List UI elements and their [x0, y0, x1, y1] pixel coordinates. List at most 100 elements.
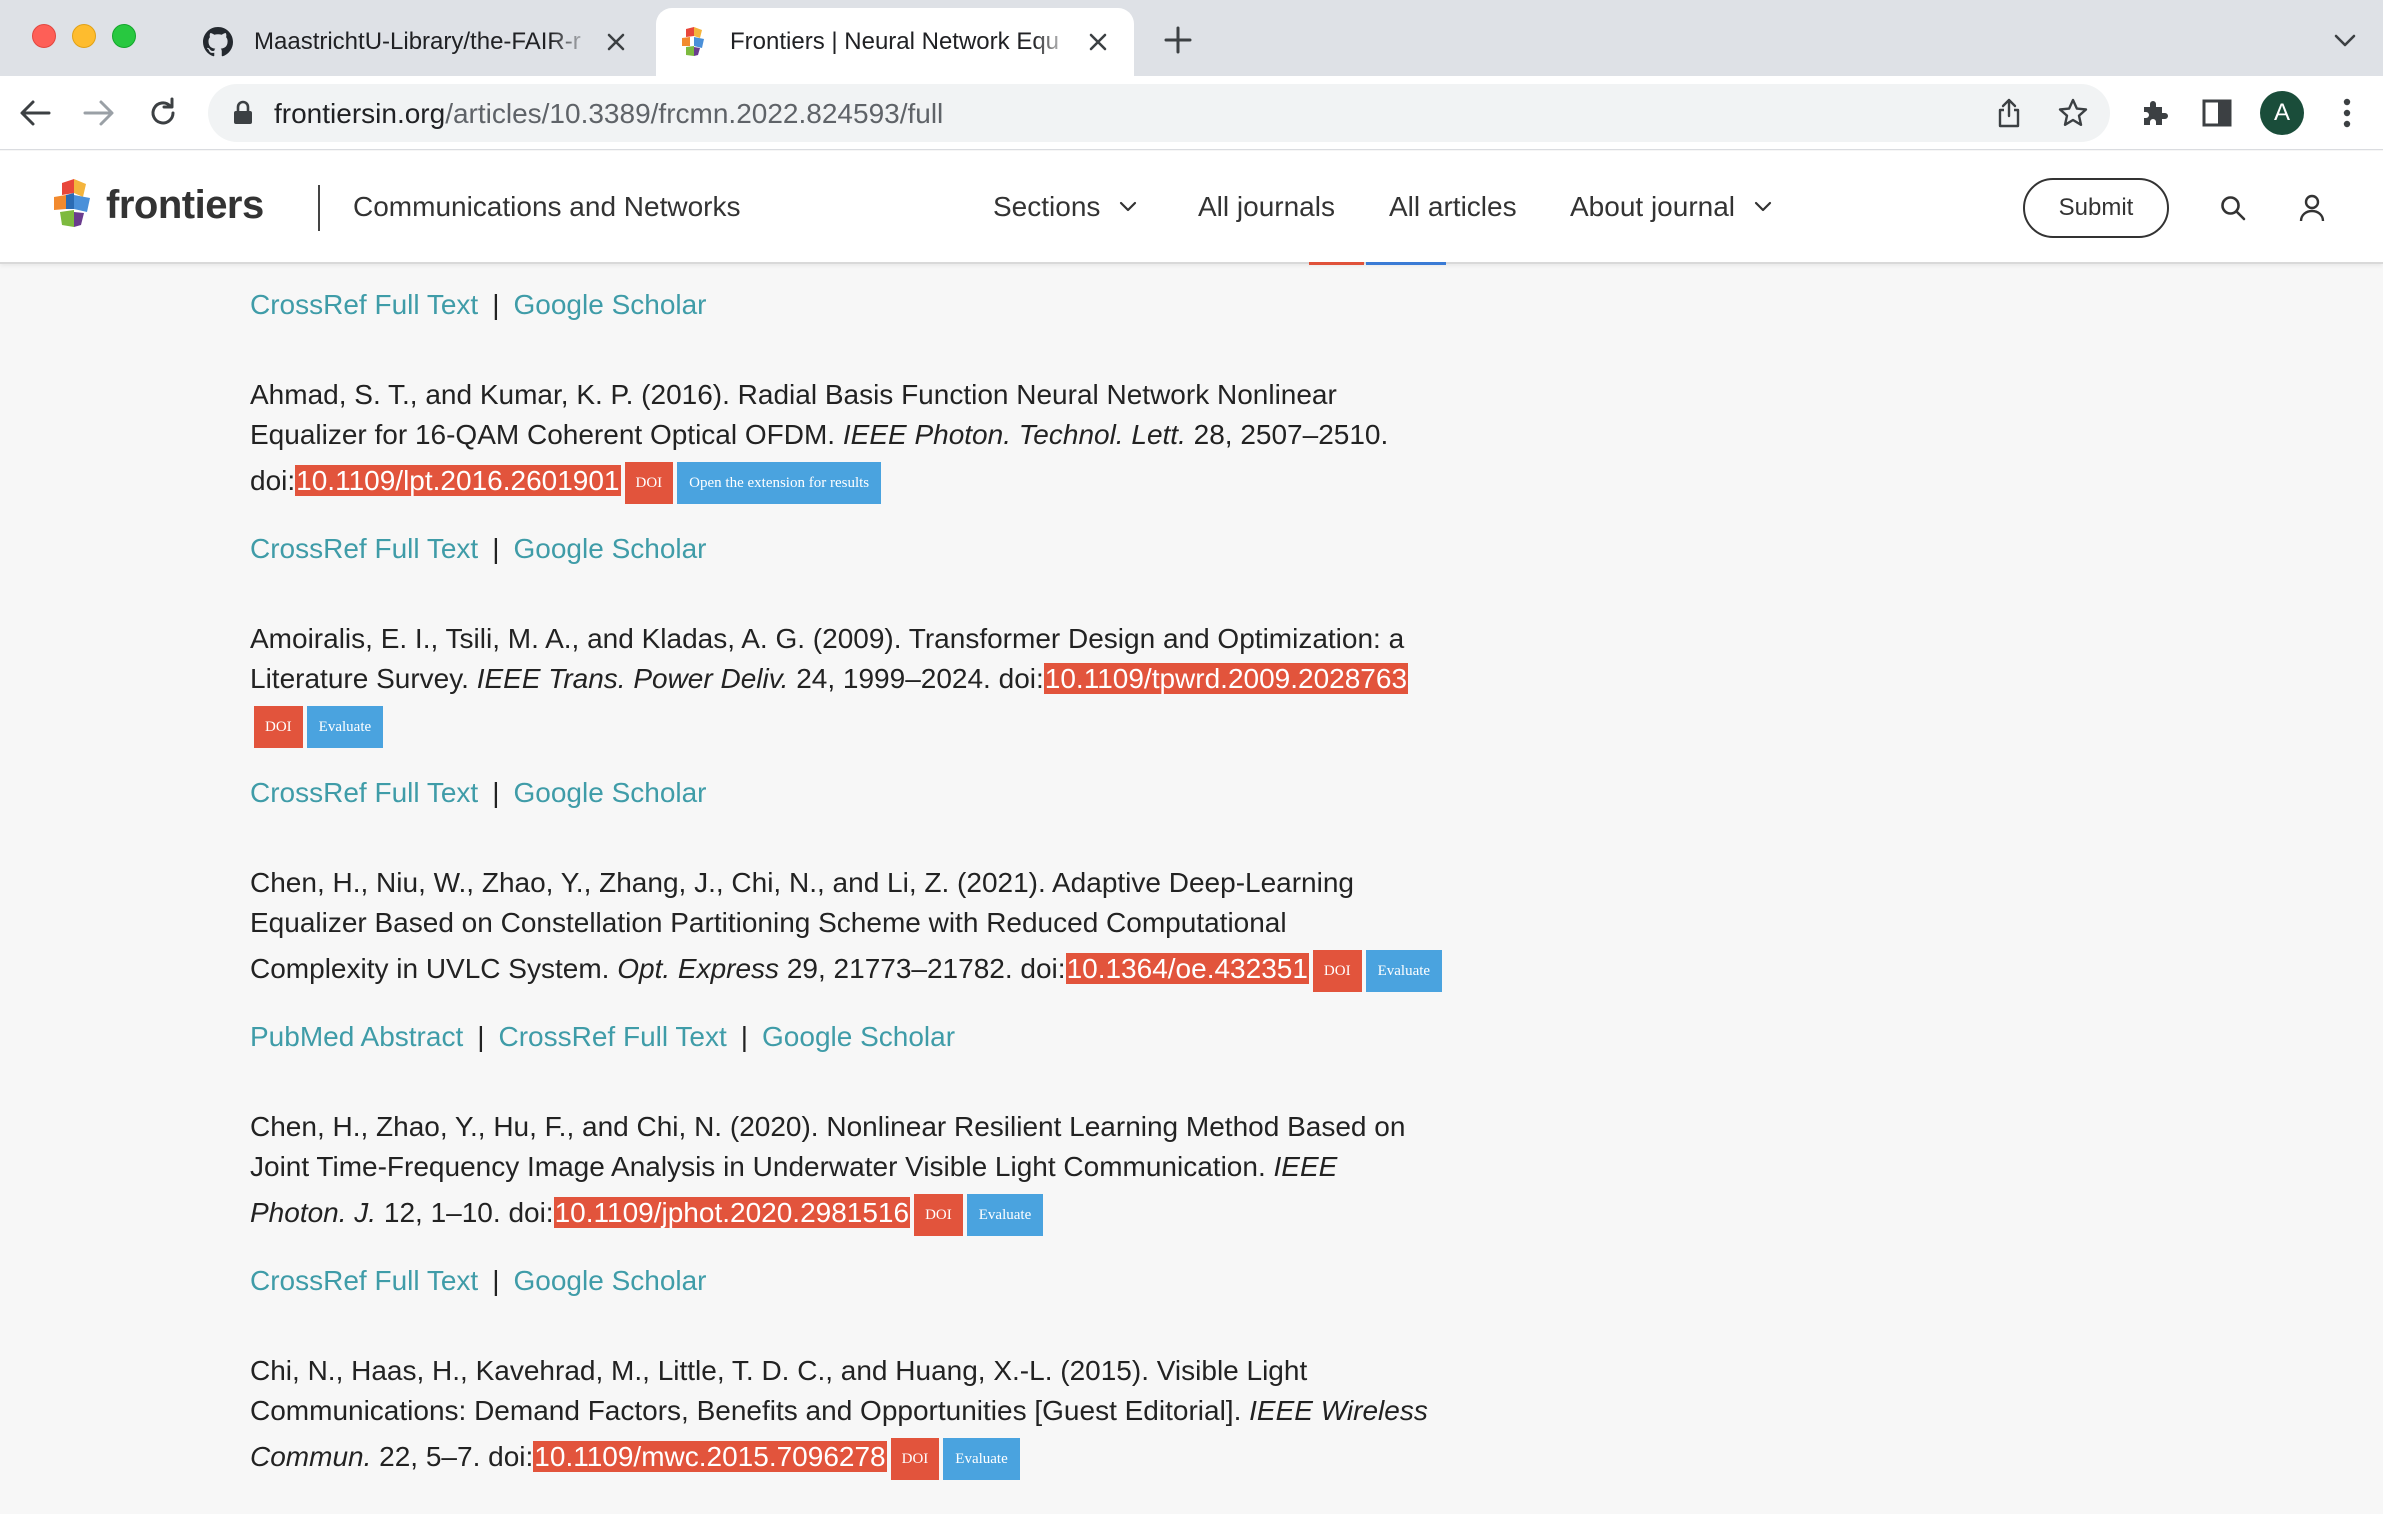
link-separator: | — [492, 1265, 500, 1296]
tab-title: Frontiers | Neural Network Equ — [730, 28, 1060, 55]
nav-about-journal-label: About journal — [1570, 191, 1736, 222]
journal-name[interactable]: Communications and Networks — [353, 191, 741, 223]
nav-all-journals-label: All journals — [1198, 191, 1335, 222]
reference-text-line: Equalizer Based on Constellation Partiti… — [250, 907, 1287, 938]
url-text[interactable]: frontiersin.org/articles/10.3389/frcmn.2… — [274, 98, 943, 130]
reference-text: Complexity in UVLC System. — [250, 953, 618, 984]
side-panel-icon[interactable] — [2198, 94, 2236, 132]
google-scholar-link[interactable]: Google Scholar — [514, 289, 707, 320]
nav-all-articles[interactable]: All articles — [1389, 191, 1517, 223]
link-separator: | — [477, 1021, 485, 1052]
doi-badge[interactable]: DOI — [624, 461, 674, 504]
reference-text-line: Complexity in UVLC System. Opt. Express … — [250, 949, 1450, 992]
nav-accent-bar — [1309, 262, 1364, 265]
tab-title: MaastrichtU-Library/the-FAIR-r — [254, 28, 581, 55]
bookmark-star-icon[interactable] — [2056, 96, 2090, 130]
reference-item: Chen, H., Niu, W., Zhao, Y., Zhang, J., … — [250, 863, 1450, 992]
journal-name-text: IEEE Wireless — [1249, 1395, 1428, 1426]
close-icon[interactable] — [602, 28, 630, 56]
link-separator: | — [740, 1021, 749, 1052]
doi-link[interactable]: 10.1364/oe.432351 — [1065, 953, 1309, 984]
logo-text: frontiers — [106, 182, 264, 227]
doi-prefix: doi: — [998, 663, 1044, 694]
reference-item: Ahmad, S. T., and Kumar, K. P. (2016). R… — [250, 375, 1450, 504]
doi-prefix: doi: — [1020, 953, 1066, 984]
crossref-link[interactable]: CrossRef Full Text — [250, 1265, 478, 1296]
reference-text-line: Amoiralis, E. I., Tsili, M. A., and Klad… — [250, 623, 1405, 654]
url-host: frontiersin.org — [274, 98, 446, 129]
new-tab-button[interactable] — [1160, 22, 1196, 58]
doi-link[interactable]: 10.1109/jphot.2020.2981516 — [553, 1197, 911, 1228]
reference-links: PubMed Abstract | CrossRef Full Text | Googl… — [250, 1021, 955, 1053]
open-extension-button[interactable]: Open the extension for results — [677, 461, 882, 504]
evaluate-button[interactable]: Evaluate — [1365, 949, 1443, 992]
share-icon[interactable] — [1992, 96, 2026, 130]
reference-text: Equalizer for 16-QAM Coherent Optical OF… — [250, 419, 843, 450]
browser-tab-github[interactable]: MaastrichtU-Library/the-FAIR-r — [180, 8, 652, 76]
reference-text-line: Photon. J. 12, 1–10. doi:10.1109/jphot.2… — [250, 1193, 1450, 1236]
reference-links: CrossRef Full Text | Google Scholar — [250, 1265, 707, 1297]
journal-name-text: IEEE Trans. Power Deliv. — [476, 663, 789, 694]
evaluate-button[interactable]: Evaluate — [306, 705, 384, 748]
google-scholar-link[interactable]: Google Scholar — [514, 777, 707, 808]
minimize-window-button[interactable] — [72, 24, 96, 48]
doi-prefix: doi: — [250, 465, 296, 496]
doi-badge[interactable]: DOI — [914, 1193, 963, 1236]
reload-icon[interactable] — [142, 92, 184, 134]
link-separator: | — [492, 289, 500, 320]
reference-item: Chen, H., Zhao, Y., Hu, F., and Chi, N. … — [250, 1107, 1450, 1236]
doi-link[interactable]: 10.1109/mwc.2015.7096278 — [533, 1441, 887, 1472]
frontiers-logo[interactable]: frontiers — [52, 179, 264, 231]
reference-text: 29, 21773–21782. — [779, 953, 1021, 984]
journal-name-text: IEEE Photon. Technol. Lett. — [842, 419, 1186, 450]
doi-badge[interactable]: DOI — [254, 705, 303, 748]
doi-badge[interactable]: DOI — [890, 1437, 940, 1480]
search-icon[interactable] — [2216, 191, 2250, 225]
site-header: frontiers Communications and Networks Se… — [0, 151, 2383, 265]
crossref-link[interactable]: CrossRef Full Text — [499, 1021, 727, 1052]
google-scholar-link[interactable]: Google Scholar — [514, 1265, 707, 1296]
close-window-button[interactable] — [32, 24, 56, 48]
submit-button[interactable]: Submit — [2023, 178, 2169, 238]
doi-badge[interactable]: DOI — [1312, 949, 1362, 992]
address-bar[interactable]: frontiersin.org/articles/10.3389/frcmn.2… — [208, 84, 2110, 142]
reference-text: Communications: Demand Factors, Benefits… — [250, 1395, 1250, 1426]
lock-icon[interactable] — [230, 100, 256, 126]
reference-text-line: Equalizer for 16-QAM Coherent Optical OF… — [250, 415, 1450, 455]
back-arrow-icon[interactable] — [14, 92, 56, 134]
nav-about-journal[interactable]: About journal — [1570, 191, 1773, 223]
evaluate-button[interactable]: Evaluate — [966, 1193, 1044, 1236]
doi-link[interactable]: 10.1109/lpt.2016.2601901 — [295, 465, 621, 496]
browser-toolbar: frontiersin.org/articles/10.3389/frcmn.2… — [0, 76, 2383, 150]
browser-tab-frontiers[interactable]: Frontiers | Neural Network Equ — [656, 8, 1134, 76]
evaluate-button[interactable]: Evaluate — [943, 1437, 1020, 1480]
doi-link[interactable]: 10.1109/tpwrd.2009.2028763 — [1043, 663, 1409, 694]
maximize-window-button[interactable] — [112, 24, 136, 48]
extensions-puzzle-icon[interactable] — [2136, 94, 2174, 132]
reference-links: CrossRef Full Text | Google Scholar — [250, 289, 707, 321]
nav-all-articles-label: All articles — [1389, 191, 1517, 222]
reference-links: CrossRef Full Text | Google Scholar — [250, 777, 707, 809]
frontiers-logo-icon — [54, 179, 90, 227]
more-menu-icon[interactable] — [2328, 94, 2366, 132]
profile-avatar[interactable]: A — [2260, 91, 2304, 135]
close-icon[interactable] — [1084, 28, 1112, 56]
nav-all-journals[interactable]: All journals — [1198, 191, 1335, 223]
google-scholar-link[interactable]: Google Scholar — [514, 533, 707, 564]
chevron-down-icon — [1120, 201, 1137, 212]
forward-arrow-icon[interactable] — [78, 92, 120, 134]
reference-links: CrossRef Full Text | Google Scholar — [250, 533, 707, 565]
github-icon — [202, 26, 234, 58]
pubmed-abstract-link[interactable]: PubMed Abstract — [250, 1021, 463, 1052]
user-account-icon[interactable] — [2295, 191, 2329, 225]
crossref-link[interactable]: CrossRef Full Text — [250, 533, 478, 564]
nav-sections-label: Sections — [993, 191, 1101, 222]
journal-name-text: Commun. — [250, 1441, 372, 1472]
tab-search-chevron-icon[interactable] — [2330, 26, 2360, 56]
crossref-link[interactable]: CrossRef Full Text — [250, 777, 478, 808]
nav-sections[interactable]: Sections — [993, 191, 1138, 223]
google-scholar-link[interactable]: Google Scholar — [762, 1021, 955, 1052]
reference-text-line: Chen, H., Zhao, Y., Hu, F., and Chi, N. … — [250, 1111, 1406, 1142]
crossref-link[interactable]: CrossRef Full Text — [250, 289, 478, 320]
chevron-down-icon — [1754, 201, 1772, 212]
